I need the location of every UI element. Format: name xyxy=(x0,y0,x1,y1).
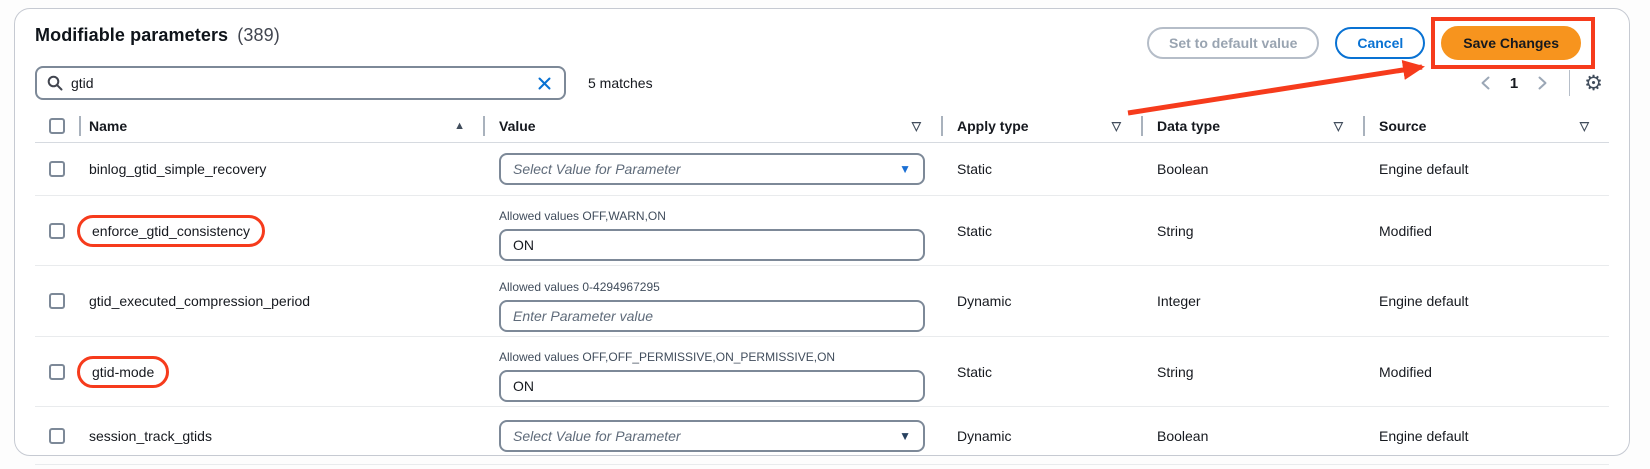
pagination: 1 xyxy=(1473,73,1555,93)
page-title: Modifiable parameters (389) xyxy=(35,25,280,46)
page-title-text: Modifiable parameters xyxy=(35,25,228,45)
data-type-value: String xyxy=(1141,196,1363,265)
apply-type-value: Static xyxy=(941,143,1141,195)
filter-icon[interactable]: ▽ xyxy=(912,119,921,133)
column-header-source[interactable]: Source ▽ xyxy=(1363,109,1609,142)
value-select[interactable]: Select Value for Parameter ▼ xyxy=(499,153,925,185)
filter-icon[interactable]: ▽ xyxy=(1112,119,1121,133)
row-checkbox[interactable] xyxy=(49,161,65,177)
sort-ascending-icon[interactable]: ▲ xyxy=(454,120,465,132)
value-input[interactable] xyxy=(499,229,925,261)
value-select[interactable]: Select Value for Parameter ▼ xyxy=(499,420,925,452)
allowed-values-hint: Allowed values OFF,WARN,ON xyxy=(499,209,925,223)
apply-type-value: Static xyxy=(941,337,1141,406)
value-input[interactable] xyxy=(499,300,925,332)
parameter-name-annotated: enforce_gtid_consistency xyxy=(77,215,265,247)
column-header-value[interactable]: Value ▽ xyxy=(483,109,941,142)
select-placeholder: Select Value for Parameter xyxy=(513,161,681,177)
search-input[interactable] xyxy=(71,75,535,91)
chevron-right-icon xyxy=(1536,75,1549,91)
allowed-values-hint: Allowed values OFF,OFF_PERMISSIVE,ON_PER… xyxy=(499,350,925,364)
preferences-gear-button[interactable]: ⚙ xyxy=(1584,73,1603,94)
data-type-value: Integer xyxy=(1141,266,1363,336)
current-page-number: 1 xyxy=(1504,75,1524,92)
table-header-row: Name ▲ Value ▽ Apply type ▽ Data type ▽ … xyxy=(35,109,1609,143)
parameter-count: (389) xyxy=(237,25,280,45)
select-placeholder: Select Value for Parameter xyxy=(513,428,681,444)
source-value: Modified xyxy=(1363,337,1609,406)
source-value: Engine default xyxy=(1363,143,1609,195)
select-all-checkbox[interactable] xyxy=(49,118,65,134)
source-value: Modified xyxy=(1363,196,1609,265)
gear-icon: ⚙ xyxy=(1584,72,1603,95)
column-header-name[interactable]: Name ▲ xyxy=(79,109,483,142)
parameter-name-annotated: gtid-mode xyxy=(77,356,169,388)
search-icon xyxy=(47,75,63,91)
data-type-value: Boolean xyxy=(1141,407,1363,464)
close-icon xyxy=(537,76,552,91)
filter-icon[interactable]: ▽ xyxy=(1334,119,1343,133)
source-value: Engine default xyxy=(1363,407,1609,464)
save-changes-button[interactable]: Save Changes xyxy=(1441,26,1581,60)
chevron-left-icon xyxy=(1479,75,1492,91)
data-type-value: String xyxy=(1141,337,1363,406)
previous-page-button[interactable] xyxy=(1473,73,1498,93)
action-buttons: Set to default value Cancel Save Changes xyxy=(1147,26,1581,60)
parameter-name: gtid_executed_compression_period xyxy=(89,293,310,309)
column-header-data-type[interactable]: Data type ▽ xyxy=(1141,109,1363,142)
table-row: binlog_gtid_simple_recovery Select Value… xyxy=(35,143,1609,196)
filter-icon[interactable]: ▽ xyxy=(1580,119,1589,133)
parameter-search-box[interactable] xyxy=(35,66,566,100)
parameters-table: Name ▲ Value ▽ Apply type ▽ Data type ▽ … xyxy=(35,109,1609,465)
row-checkbox[interactable] xyxy=(49,364,65,380)
toolbar-divider xyxy=(1569,70,1570,96)
table-row: gtid-mode Allowed values OFF,OFF_PERMISS… xyxy=(35,337,1609,407)
table-row: session_track_gtids Select Value for Par… xyxy=(35,407,1609,465)
chevron-down-icon: ▼ xyxy=(899,430,911,442)
parameter-name: session_track_gtids xyxy=(89,428,212,444)
cancel-button[interactable]: Cancel xyxy=(1335,27,1425,59)
allowed-values-hint: Allowed values 0-4294967295 xyxy=(499,280,925,294)
source-value: Engine default xyxy=(1363,266,1609,336)
clear-search-button[interactable] xyxy=(535,74,554,93)
table-row: enforce_gtid_consistency Allowed values … xyxy=(35,196,1609,266)
parameter-name: binlog_gtid_simple_recovery xyxy=(89,161,266,177)
apply-type-value: Dynamic xyxy=(941,266,1141,336)
apply-type-value: Dynamic xyxy=(941,407,1141,464)
chevron-down-icon: ▼ xyxy=(899,163,911,175)
table-row: gtid_executed_compression_period Allowed… xyxy=(35,266,1609,337)
value-input[interactable] xyxy=(499,370,925,402)
column-header-apply-type[interactable]: Apply type ▽ xyxy=(941,109,1141,142)
next-page-button[interactable] xyxy=(1530,73,1555,93)
apply-type-value: Static xyxy=(941,196,1141,265)
row-checkbox[interactable] xyxy=(49,428,65,444)
match-count-text: 5 matches xyxy=(588,75,653,91)
modifiable-parameters-panel: Modifiable parameters (389) Set to defau… xyxy=(14,8,1630,456)
row-checkbox[interactable] xyxy=(49,223,65,239)
set-to-default-button[interactable]: Set to default value xyxy=(1147,27,1319,59)
row-checkbox[interactable] xyxy=(49,293,65,309)
data-type-value: Boolean xyxy=(1141,143,1363,195)
